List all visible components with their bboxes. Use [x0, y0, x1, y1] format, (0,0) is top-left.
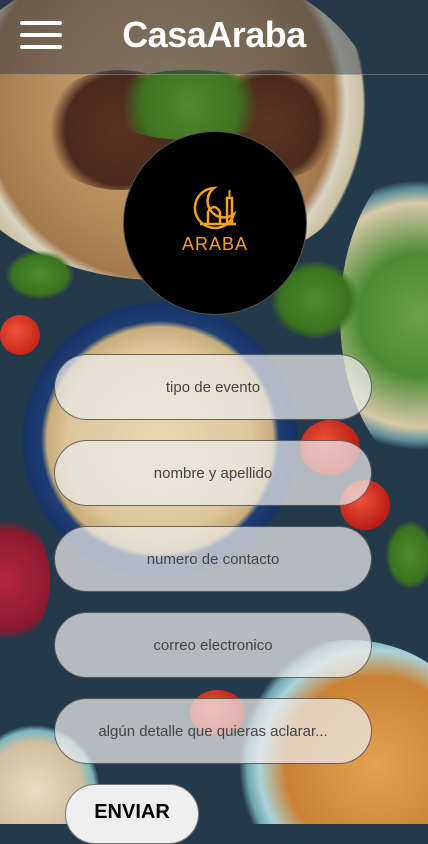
event-type-field[interactable]: tipo de evento	[54, 354, 372, 420]
name-field[interactable]: nombre y apellido	[54, 440, 372, 506]
logo-text: ARABA	[181, 234, 249, 254]
app-header: CasaAraba	[0, 0, 428, 75]
submit-button[interactable]: ENVIAR	[65, 784, 199, 844]
details-field[interactable]: algún detalle que quieras aclarar...	[54, 698, 372, 764]
brand-logo: ARABA	[123, 131, 307, 315]
email-field[interactable]: correo electronico	[54, 612, 372, 678]
mosque-crescent-icon	[193, 186, 237, 230]
app-title: CasaAraba	[122, 14, 306, 55]
phone-field[interactable]: numero de contacto	[54, 526, 372, 592]
